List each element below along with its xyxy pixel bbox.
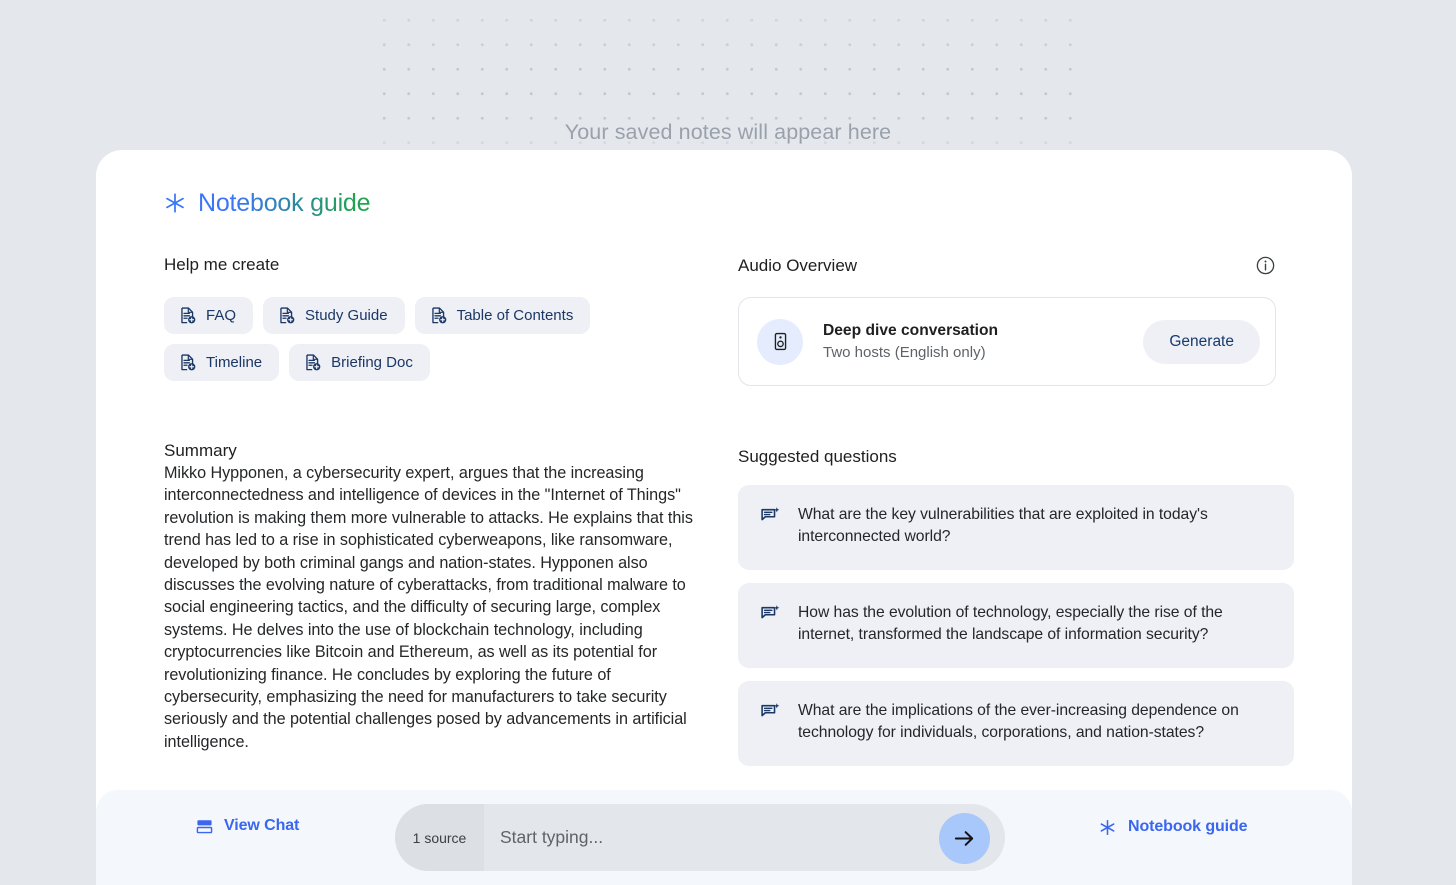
suggested-question-text: What are the implications of the ever-in…: [798, 702, 1239, 741]
sparkle-icon: [166, 193, 184, 213]
document-add-icon: [431, 307, 446, 324]
chat-input-shell: 1 source: [395, 804, 1005, 871]
chat-sparkle-icon: [761, 605, 780, 619]
send-button[interactable]: [939, 813, 990, 864]
split-layout-icon: [196, 819, 213, 833]
chip-timeline[interactable]: Timeline: [164, 344, 280, 381]
chip-label: Timeline: [206, 354, 263, 371]
notebook-guide-button[interactable]: Notebook guide: [1099, 818, 1248, 836]
suggested-question-item[interactable]: What are the key vulnerabilities that ar…: [738, 485, 1294, 570]
bottom-toolbar: View Chat 1 source Notebook guide: [96, 790, 1352, 885]
chip-briefing-doc[interactable]: Briefing Doc: [289, 344, 430, 381]
document-add-icon: [181, 307, 196, 324]
chip-label: Study Guide: [305, 307, 388, 324]
notebook-guide-card: Notebook guide Help me create FAQ Study …: [96, 150, 1352, 885]
speaker-icon: [774, 332, 786, 351]
view-chat-label: View Chat: [224, 817, 300, 834]
arrow-right-icon: [954, 831, 974, 846]
suggested-question-text: How has the evolution of technology, esp…: [798, 604, 1223, 643]
audio-overview-header: Audio Overview: [738, 255, 1276, 276]
audio-card-title: Deep dive conversation: [823, 322, 999, 339]
suggested-questions-heading: Suggested questions: [738, 447, 897, 466]
audio-overview-card: Deep dive conversation Two hosts (Englis…: [738, 297, 1276, 386]
left-column: Help me create FAQ Study Guide Table of …: [164, 255, 724, 753]
document-add-icon: [306, 354, 321, 371]
help-me-create-chip-list: FAQ Study Guide Table of Contents Timeli…: [164, 297, 664, 381]
suggested-question-item[interactable]: How has the evolution of technology, esp…: [738, 583, 1294, 668]
page-title: Notebook guide: [164, 188, 371, 218]
chip-label: Table of Contents: [456, 307, 574, 324]
chat-input[interactable]: [484, 804, 1005, 871]
source-count-chip[interactable]: 1 source: [395, 804, 484, 871]
saved-notes-area: Your saved notes will appear here: [0, 0, 1456, 160]
view-chat-button[interactable]: View Chat: [196, 817, 299, 835]
audio-card-texts: Deep dive conversation Two hosts (Englis…: [823, 320, 1143, 363]
document-add-icon: [181, 354, 196, 371]
suggested-questions-list: What are the key vulnerabilities that ar…: [738, 485, 1294, 766]
right-column: Audio Overview Deep dive conversation Tw…: [738, 255, 1304, 766]
page-title-text: Notebook guide: [198, 189, 371, 217]
sparkle-icon: [1100, 819, 1115, 835]
help-me-create-heading: Help me create: [164, 255, 280, 274]
chat-sparkle-icon: [761, 507, 780, 521]
document-add-icon: [280, 307, 295, 324]
chip-study-guide[interactable]: Study Guide: [263, 297, 405, 334]
summary-section: Summary Mikko Hypponen, a cybersecurity …: [164, 441, 709, 753]
summary-text: Mikko Hypponen, a cybersecurity expert, …: [164, 464, 693, 751]
summary-heading: Summary: [164, 441, 237, 460]
chat-sparkle-icon: [761, 703, 780, 717]
chip-label: FAQ: [206, 307, 237, 324]
saved-notes-placeholder: Your saved notes will appear here: [564, 120, 892, 144]
audio-overview-heading: Audio Overview: [738, 255, 858, 275]
suggested-questions-section: Suggested questions What are the key vul…: [738, 447, 1294, 766]
audio-avatar: [757, 318, 803, 365]
chip-label: Briefing Doc: [331, 354, 413, 371]
suggested-question-item[interactable]: What are the implications of the ever-in…: [738, 681, 1294, 766]
notebook-guide-label: Notebook guide: [1128, 818, 1248, 835]
suggested-question-text: What are the key vulnerabilities that ar…: [798, 506, 1208, 545]
generate-button[interactable]: Generate: [1143, 319, 1260, 364]
info-icon[interactable]: [1255, 255, 1276, 276]
chip-faq[interactable]: FAQ: [164, 297, 254, 334]
audio-card-subtitle: Two hosts (English only): [823, 344, 986, 361]
chip-table-of-contents[interactable]: Table of Contents: [414, 297, 591, 334]
